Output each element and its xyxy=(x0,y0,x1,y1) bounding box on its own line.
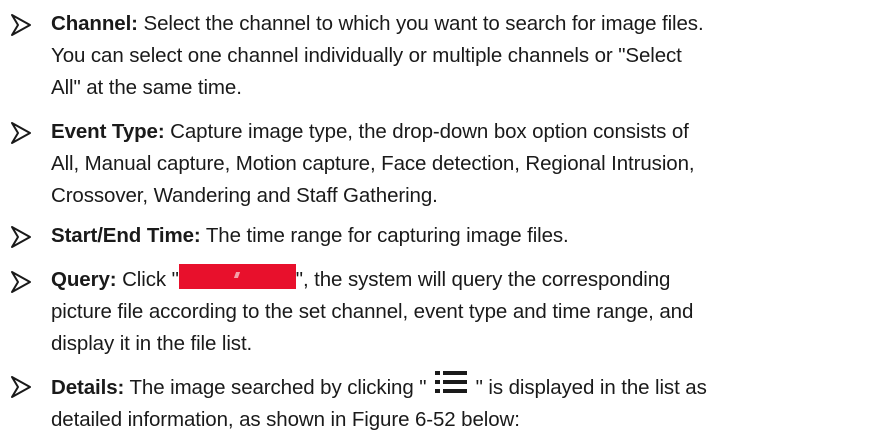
query-button[interactable] xyxy=(178,264,296,289)
query-text-before: Click " xyxy=(116,268,179,291)
query-line-3: display it in the file list. xyxy=(51,332,253,355)
channel-description: Channel: Select the channel to which you… xyxy=(51,8,876,104)
channel-line-2: You can select one channel individually … xyxy=(51,44,682,67)
channel-label: Channel: xyxy=(51,12,138,35)
details-text-after: " is displayed in the list as xyxy=(470,376,707,399)
query-button-glyph xyxy=(233,272,240,278)
event-type-label: Event Type: xyxy=(51,120,165,143)
event-type-description: Event Type: Capture image type, the drop… xyxy=(51,116,876,212)
query-label: Query: xyxy=(51,268,117,291)
arrow-bullet-icon xyxy=(11,376,31,398)
list-details-icon[interactable] xyxy=(434,368,468,396)
document-page: Channel: Select the channel to which you… xyxy=(0,0,886,432)
start-end-time-line-1: The time range for capturing image files… xyxy=(200,224,569,247)
channel-line-3: All" at the same time. xyxy=(51,76,242,99)
start-end-time-description: Start/End Time: The time range for captu… xyxy=(51,220,876,252)
query-line-2: picture file according to the set channe… xyxy=(51,300,694,323)
arrow-bullet-icon xyxy=(11,271,31,293)
details-line-2: detailed information, as shown in Figure… xyxy=(51,408,520,431)
arrow-bullet-icon xyxy=(11,122,31,144)
details-description: Details: The image searched by clicking … xyxy=(51,368,876,436)
start-end-time-label: Start/End Time: xyxy=(51,224,201,247)
arrow-bullet-icon xyxy=(11,226,31,248)
channel-line-1: Select the channel to which you want to … xyxy=(137,12,704,35)
details-text-before: The image searched by clicking " xyxy=(124,376,432,399)
event-type-line-1: Capture image type, the drop-down box op… xyxy=(164,120,689,143)
event-type-line-2: All, Manual capture, Motion capture, Fac… xyxy=(51,152,695,175)
details-label: Details: xyxy=(51,376,125,399)
query-text-after: ", the system will query the correspondi… xyxy=(295,268,671,291)
event-type-line-3: Crossover, Wandering and Staff Gathering… xyxy=(51,184,438,207)
query-description: Query: Click " ", the system will query t… xyxy=(51,264,876,360)
arrow-bullet-icon xyxy=(11,14,31,36)
